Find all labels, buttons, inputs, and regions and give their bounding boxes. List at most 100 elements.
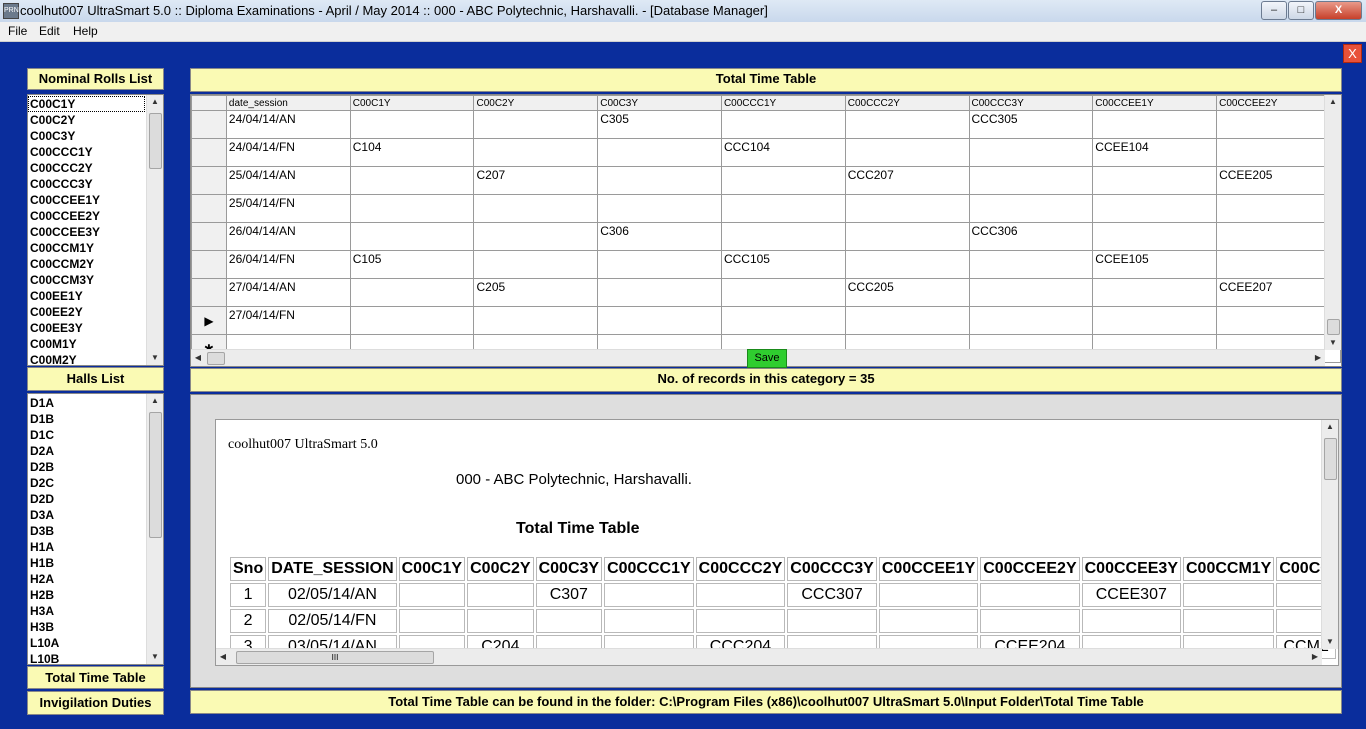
grid-cell[interactable]: CCEE104 bbox=[1092, 138, 1218, 167]
list-item[interactable]: D1A bbox=[28, 395, 147, 411]
grid-cell[interactable]: C305 bbox=[597, 110, 722, 139]
scroll-down-icon[interactable]: ▼ bbox=[147, 650, 163, 664]
grid-cell[interactable]: CCEE105 bbox=[1092, 250, 1218, 279]
grid-cell[interactable] bbox=[597, 250, 722, 279]
list-item[interactable]: L10B bbox=[28, 651, 147, 664]
grid-cell[interactable] bbox=[349, 110, 475, 139]
minimize-button[interactable]: – bbox=[1261, 1, 1287, 20]
grid-cell[interactable]: C306 bbox=[597, 222, 722, 251]
list-item[interactable]: C00CCC1Y bbox=[28, 144, 147, 160]
nominal-rolls-scrollbar[interactable]: ▲ ▼ bbox=[146, 95, 163, 365]
list-item[interactable]: H2B bbox=[28, 587, 147, 603]
nominal-rolls-listbox[interactable]: C00C1Y C00C2Y C00C3Y C00CCC1Y C00CCC2Y C00CCC… bbox=[27, 94, 164, 366]
list-item[interactable]: D2C bbox=[28, 475, 147, 491]
grid-cell[interactable]: C205 bbox=[473, 278, 599, 307]
row-header[interactable] bbox=[191, 194, 227, 223]
grid-table[interactable]: date_session C00C1Y C00C2Y C00C3Y C00CCC1Y C0… bbox=[191, 95, 1341, 363]
grid-cell[interactable] bbox=[1216, 138, 1341, 167]
report-preview[interactable]: coolhut007 UltraSmart 5.0 000 - ABC Poly… bbox=[215, 419, 1339, 666]
scroll-thumb[interactable] bbox=[1324, 438, 1337, 480]
grid-cell[interactable] bbox=[968, 250, 1094, 279]
grid-cell[interactable] bbox=[720, 166, 846, 195]
list-item[interactable]: C00C3Y bbox=[28, 128, 147, 144]
list-item[interactable]: C00EE1Y bbox=[28, 288, 147, 304]
grid-cell[interactable] bbox=[597, 278, 722, 307]
scroll-down-icon[interactable]: ▼ bbox=[1322, 635, 1338, 649]
grid-cell[interactable] bbox=[1092, 194, 1218, 223]
scroll-up-icon[interactable]: ▲ bbox=[147, 95, 163, 109]
grid-cell[interactable] bbox=[968, 194, 1094, 223]
grid-cell[interactable] bbox=[720, 222, 846, 251]
scroll-down-icon[interactable]: ▼ bbox=[1325, 336, 1341, 350]
list-item[interactable]: H1A bbox=[28, 539, 147, 555]
list-item[interactable]: C00CCC3Y bbox=[28, 176, 147, 192]
grid-cell[interactable] bbox=[1092, 166, 1218, 195]
grid-column-header[interactable]: C00CCC2Y bbox=[844, 95, 970, 111]
scroll-thumb[interactable]: III bbox=[236, 651, 434, 664]
grid-column-header[interactable]: C00CCEE1Y bbox=[1092, 95, 1218, 111]
grid-cell[interactable] bbox=[844, 110, 970, 139]
grid-cell[interactable]: CCEE207 bbox=[1216, 278, 1341, 307]
row-header[interactable] bbox=[191, 110, 227, 139]
grid-cell[interactable] bbox=[968, 138, 1094, 167]
grid-cell[interactable] bbox=[473, 110, 599, 139]
grid-cell[interactable] bbox=[349, 222, 475, 251]
list-item[interactable]: H3A bbox=[28, 603, 147, 619]
scroll-left-icon[interactable]: ◀ bbox=[191, 350, 205, 366]
list-item[interactable]: C00CCEE3Y bbox=[28, 224, 147, 240]
grid-cell[interactable]: 24/04/14/AN bbox=[225, 110, 351, 139]
grid-cell[interactable]: CCC104 bbox=[720, 138, 846, 167]
grid-cell[interactable] bbox=[844, 194, 970, 223]
grid-cell[interactable] bbox=[597, 166, 722, 195]
scroll-up-icon[interactable]: ▲ bbox=[1322, 420, 1338, 434]
list-item[interactable]: C00CCM2Y bbox=[28, 256, 147, 272]
grid-cell[interactable]: C104 bbox=[349, 138, 475, 167]
scroll-thumb[interactable] bbox=[207, 352, 225, 365]
grid-cell[interactable] bbox=[349, 306, 475, 335]
list-item[interactable]: C00M2Y bbox=[28, 352, 147, 365]
row-header[interactable] bbox=[191, 250, 227, 279]
list-item[interactable]: H2A bbox=[28, 571, 147, 587]
scroll-up-icon[interactable]: ▲ bbox=[1325, 95, 1341, 109]
grid-cell[interactable] bbox=[844, 222, 970, 251]
grid-cell[interactable] bbox=[349, 166, 475, 195]
grid-cell[interactable] bbox=[844, 250, 970, 279]
list-item[interactable]: D1C bbox=[28, 427, 147, 443]
list-item[interactable]: C00M1Y bbox=[28, 336, 147, 352]
halls-listbox[interactable]: D1A D1B D1C D2A D2B D2C D2D D3A D3B H1A H1B H2A H2B H… bbox=[27, 393, 164, 665]
grid-cell[interactable]: 25/04/14/FN bbox=[225, 194, 351, 223]
grid-cell[interactable] bbox=[349, 194, 475, 223]
list-item[interactable]: C00CCEE2Y bbox=[28, 208, 147, 224]
grid-cell[interactable]: CCC305 bbox=[968, 110, 1094, 139]
scroll-left-icon[interactable]: ◀ bbox=[216, 649, 230, 665]
grid-cell[interactable] bbox=[1092, 222, 1218, 251]
grid-cell[interactable] bbox=[968, 166, 1094, 195]
grid-cell[interactable]: C207 bbox=[473, 166, 599, 195]
report-hscroll[interactable]: ◀ III ▶ bbox=[216, 648, 1322, 665]
list-item[interactable]: C00CCM1Y bbox=[28, 240, 147, 256]
list-item[interactable]: C00EE2Y bbox=[28, 304, 147, 320]
list-item[interactable]: D3B bbox=[28, 523, 147, 539]
grid-cell[interactable] bbox=[473, 306, 599, 335]
row-header[interactable] bbox=[191, 138, 227, 167]
list-item[interactable]: L10A bbox=[28, 635, 147, 651]
grid-cell[interactable] bbox=[473, 194, 599, 223]
list-item[interactable]: H1B bbox=[28, 555, 147, 571]
grid-cell[interactable]: 26/04/14/AN bbox=[225, 222, 351, 251]
grid-cell[interactable]: 27/04/14/FN bbox=[225, 306, 351, 335]
grid-column-header[interactable]: date_session bbox=[225, 95, 351, 111]
grid-cell[interactable] bbox=[1216, 222, 1341, 251]
grid-cell[interactable] bbox=[720, 278, 846, 307]
grid-cell[interactable] bbox=[720, 110, 846, 139]
grid-cell[interactable]: CCC205 bbox=[844, 278, 970, 307]
grid-column-header[interactable]: C00C1Y bbox=[349, 95, 475, 111]
report-vscroll[interactable]: ▲ ▼ bbox=[1321, 420, 1338, 649]
grid-cell[interactable] bbox=[597, 194, 722, 223]
grid-cell[interactable] bbox=[968, 278, 1094, 307]
scroll-thumb[interactable] bbox=[149, 113, 162, 169]
grid-column-header[interactable]: C00CCEE2Y bbox=[1216, 95, 1341, 111]
grid-cell[interactable] bbox=[1092, 278, 1218, 307]
menu-help[interactable]: Help bbox=[73, 24, 98, 38]
list-item[interactable]: C00CCM3Y bbox=[28, 272, 147, 288]
row-header[interactable] bbox=[191, 166, 227, 195]
